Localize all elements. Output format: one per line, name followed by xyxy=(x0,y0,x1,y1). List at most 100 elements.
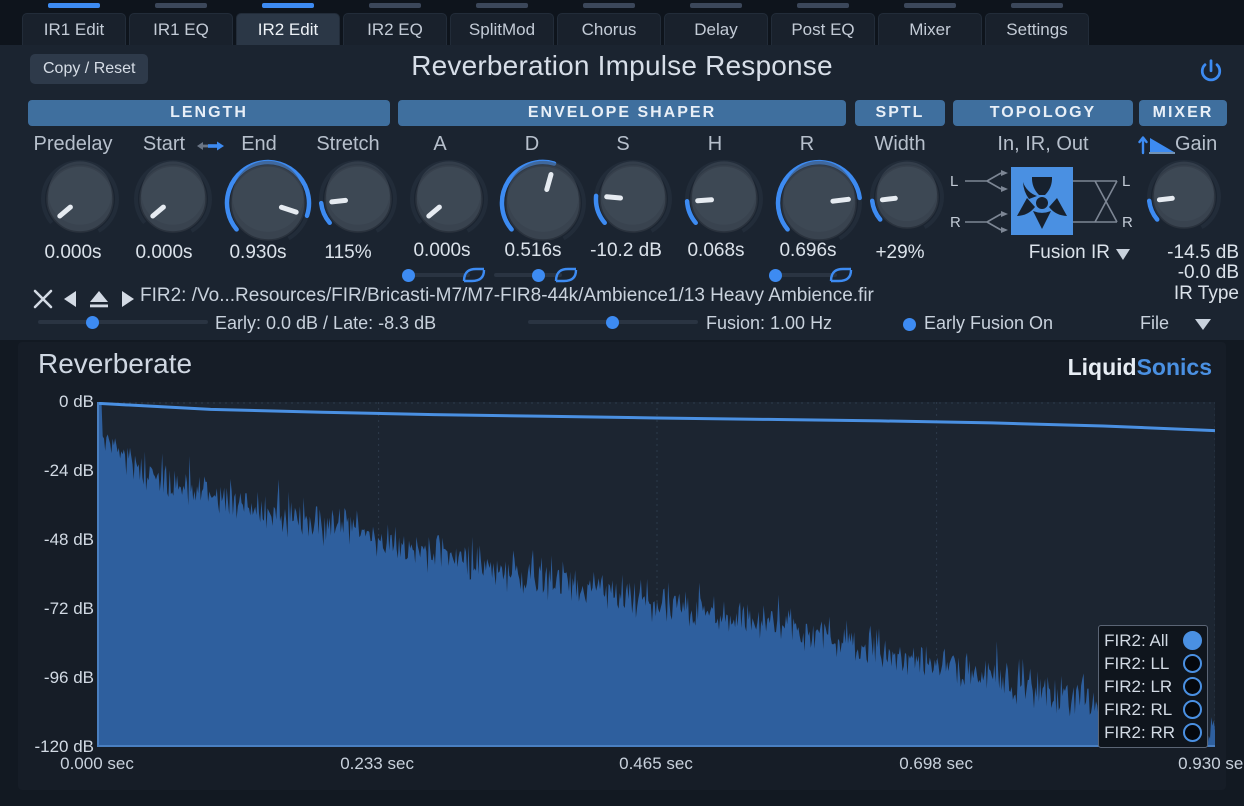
tab-label: IR1 Edit xyxy=(44,20,104,40)
release-slider[interactable] xyxy=(769,269,837,281)
tab-led-indicator xyxy=(476,3,528,8)
mixer-value-secondary: -0.0 dB xyxy=(1133,262,1239,284)
next-triangle-icon[interactable] xyxy=(116,286,138,312)
legend-item[interactable]: FIR2: RL xyxy=(1104,698,1202,721)
y-axis-tick: -24 dB xyxy=(44,461,94,481)
knob-value-s: -10.2 dB xyxy=(572,240,680,262)
file-dropdown-chevron-down-icon[interactable] xyxy=(1192,315,1214,338)
tab-led-indicator xyxy=(262,3,314,8)
file-path-label[interactable]: FIR2: /Vo...Resources/FIR/Bricasti-M7/M7… xyxy=(140,285,874,307)
knob-predelay[interactable] xyxy=(40,159,120,244)
legend-radio-button[interactable] xyxy=(1183,654,1202,673)
tab-led-indicator xyxy=(690,3,742,8)
legend-radio-button[interactable] xyxy=(1183,723,1202,742)
tab-label: SplitMod xyxy=(469,20,535,40)
knob-a[interactable] xyxy=(409,159,489,244)
tab-label: Settings xyxy=(1006,20,1067,40)
legend-item[interactable]: FIR2: RR xyxy=(1104,721,1202,744)
gain-ramp-icon xyxy=(1137,135,1179,160)
tab-label: Chorus xyxy=(582,20,637,40)
slider-thumb[interactable] xyxy=(606,316,619,329)
knob-gain[interactable] xyxy=(1146,159,1222,240)
close-icon[interactable] xyxy=(30,286,56,312)
tab-ir1-edit[interactable]: IR1 Edit xyxy=(22,13,126,45)
tab-ir2-eq[interactable]: IR2 EQ xyxy=(343,13,447,45)
plot-area[interactable] xyxy=(97,402,1215,747)
mixer-value-primary: -14.5 dB xyxy=(1133,242,1239,264)
tab-led-indicator xyxy=(369,3,421,8)
knob-d[interactable] xyxy=(499,159,587,252)
tab-led-indicator xyxy=(797,3,849,8)
decay-slider[interactable] xyxy=(494,269,562,281)
legend-label: FIR2: LL xyxy=(1104,654,1169,674)
slider-thumb[interactable] xyxy=(769,269,782,282)
early-fusion-label[interactable]: Early Fusion On xyxy=(924,313,1053,334)
file-type-label[interactable]: File xyxy=(1140,313,1169,334)
tab-bar: IR1 Edit IR1 EQ IR2 Edit IR2 EQ SplitMod Chor… xyxy=(0,0,1244,45)
slider-track xyxy=(38,320,208,324)
tab-mixer[interactable]: Mixer xyxy=(878,13,982,45)
eject-icon[interactable] xyxy=(86,286,112,312)
tab-ir2-edit[interactable]: IR2 Edit xyxy=(236,13,340,45)
knob-h[interactable] xyxy=(684,159,764,244)
legend-radio-button[interactable] xyxy=(1183,677,1202,696)
arrow-right-icon xyxy=(208,142,224,151)
section-header-envelope: ENVELOPE SHAPER xyxy=(398,100,846,126)
tab-led-indicator xyxy=(583,3,635,8)
knob-value-width: +29% xyxy=(855,242,945,264)
slider-thumb[interactable] xyxy=(532,269,545,282)
section-header-topology: TOPOLOGY xyxy=(953,100,1133,126)
knob-label-r: R xyxy=(765,133,849,156)
tab-label: IR1 EQ xyxy=(153,20,209,40)
channel-legend[interactable]: FIR2: AllFIR2: LLFIR2: LRFIR2: RLFIR2: R… xyxy=(1098,625,1208,748)
slider-thumb[interactable] xyxy=(402,269,415,282)
topology-in-left: L xyxy=(950,173,958,190)
knob-start[interactable] xyxy=(133,159,213,244)
legend-label: FIR2: RR xyxy=(1104,723,1175,743)
slider-thumb[interactable] xyxy=(86,316,99,329)
knob-r[interactable] xyxy=(775,159,863,252)
knob-stretch[interactable] xyxy=(318,159,398,244)
knob-width[interactable] xyxy=(869,159,945,240)
early-late-label: Early: 0.0 dB / Late: -8.3 dB xyxy=(215,313,436,334)
tab-settings[interactable]: Settings xyxy=(985,13,1089,45)
fusion-slider[interactable] xyxy=(528,316,698,328)
tab-ir1-eq[interactable]: IR1 EQ xyxy=(129,13,233,45)
legend-item[interactable]: FIR2: LL xyxy=(1104,652,1202,675)
attack-slider[interactable] xyxy=(402,269,470,281)
knob-value-r: 0.696s xyxy=(760,240,856,262)
start-end-arrow-icons[interactable] xyxy=(181,137,229,160)
tab-chorus[interactable]: Chorus xyxy=(557,13,661,45)
knob-label-width: Width xyxy=(855,133,945,156)
prev-triangle-icon[interactable] xyxy=(60,286,82,312)
tab-delay[interactable]: Delay xyxy=(664,13,768,45)
topology-diagram[interactable]: L R L R xyxy=(945,159,1137,248)
early-fusion-led[interactable] xyxy=(903,318,916,331)
knob-end[interactable] xyxy=(224,159,312,252)
tab-post-eq[interactable]: Post EQ xyxy=(771,13,875,45)
topology-mode-value[interactable]: Fusion IR xyxy=(960,242,1110,264)
topology-dropdown-chevron-down-icon[interactable] xyxy=(1113,245,1133,268)
tab-led-indicator xyxy=(904,3,956,8)
tab-label: IR2 Edit xyxy=(258,20,318,40)
y-axis-tick: -96 dB xyxy=(44,668,94,688)
legend-item[interactable]: FIR2: LR xyxy=(1104,675,1202,698)
legend-radio-button[interactable] xyxy=(1183,700,1202,719)
legend-radio-button[interactable] xyxy=(1183,631,1202,650)
knob-label-a: A xyxy=(398,133,482,156)
topology-out-left: L xyxy=(1122,173,1130,190)
file-transport-controls[interactable] xyxy=(30,286,138,312)
brand-first: Liquid xyxy=(1068,354,1137,380)
x-axis-tick: 0.465 sec xyxy=(596,754,716,774)
graph-title: Reverberate xyxy=(38,348,192,380)
early-late-slider-left[interactable] xyxy=(38,316,208,328)
knob-label-predelay: Predelay xyxy=(18,133,128,156)
power-icon[interactable] xyxy=(1196,57,1226,87)
section-header-mixer: MIXER xyxy=(1139,100,1227,126)
knob-s[interactable] xyxy=(593,159,673,244)
brand-second: Sonics xyxy=(1137,354,1212,380)
tab-splitmod[interactable]: SplitMod xyxy=(450,13,554,45)
knob-label-s: S xyxy=(581,133,665,156)
legend-item[interactable]: FIR2: All xyxy=(1104,629,1202,652)
waveform-display: Reverberate LiquidSonics 0 dB-24 dB-48 d… xyxy=(18,342,1226,790)
